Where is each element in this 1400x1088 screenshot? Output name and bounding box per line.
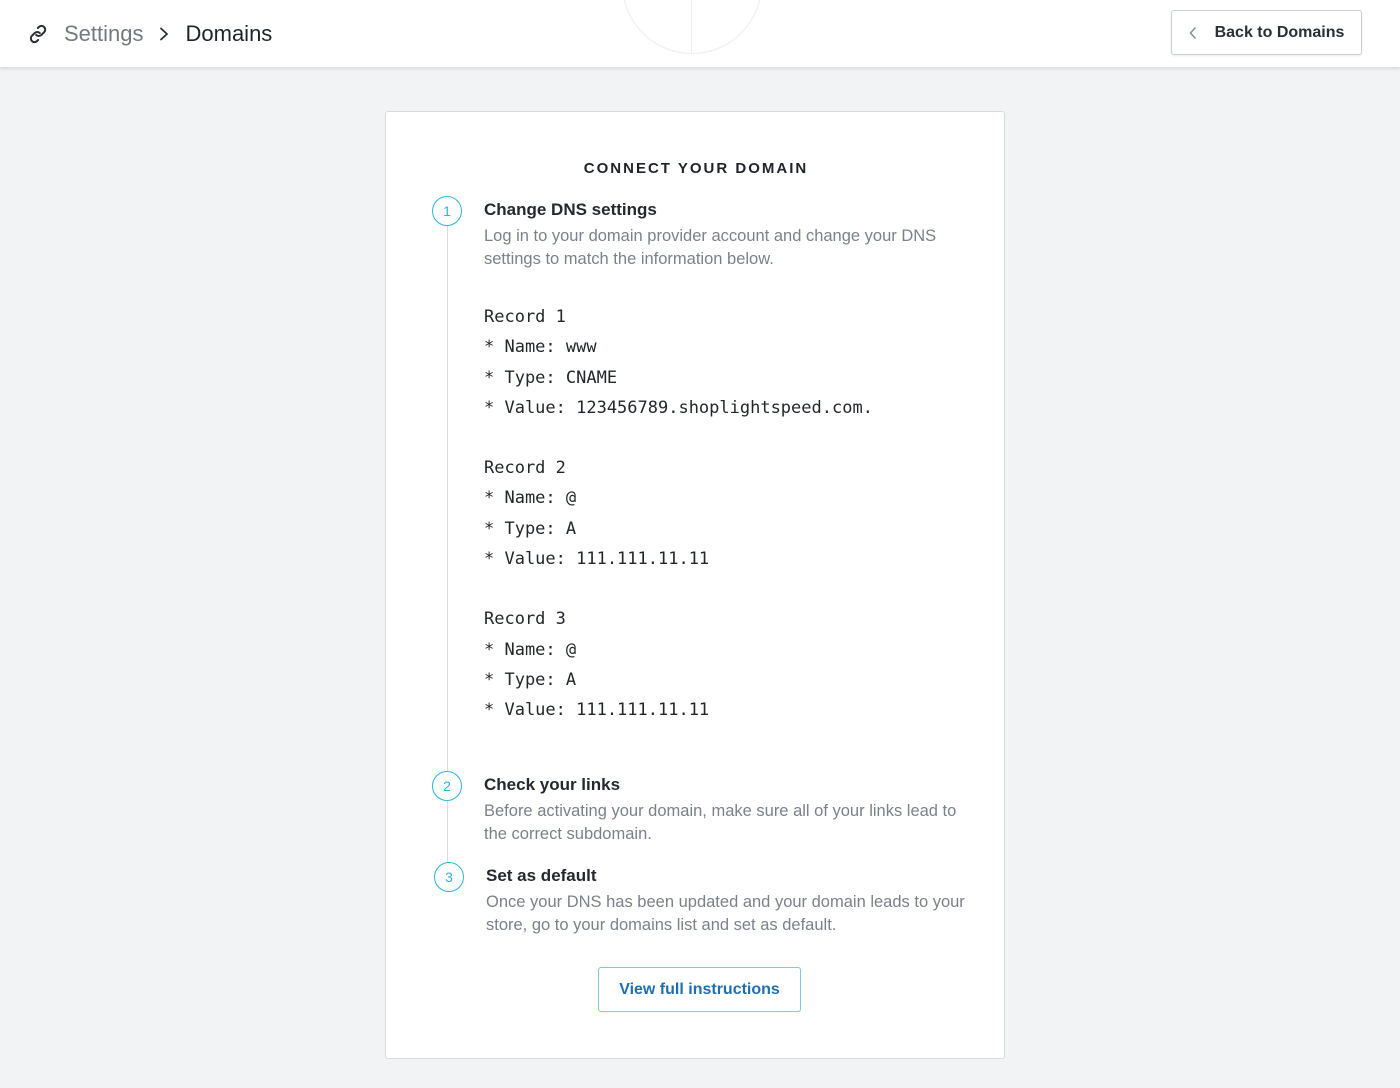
step-description-3: Once your DNS has been updated and your … bbox=[486, 893, 965, 934]
record-name: * Name: @ bbox=[484, 488, 577, 509]
step-number-1: 1 bbox=[432, 196, 462, 226]
breadcrumb: Settings Domains bbox=[26, 16, 272, 52]
step-title-1: Change DNS settings bbox=[484, 200, 657, 219]
card-title: CONNECT YOUR DOMAIN bbox=[583, 160, 809, 177]
link-icon bbox=[26, 22, 50, 46]
back-to-domains-button[interactable]: Back to Domains bbox=[1171, 10, 1362, 55]
step-number-2: 2 bbox=[432, 771, 462, 801]
record-type: * Type: A bbox=[484, 518, 577, 539]
record-name: * Name: @ bbox=[484, 639, 577, 660]
breadcrumb-current: Domains bbox=[185, 21, 273, 46]
record-value: * Value: 123456789.shoplightspeed.com. bbox=[484, 397, 873, 418]
dns-record: Record 2 * Name: @ * Type: A * Value: 11… bbox=[484, 453, 873, 574]
back-button-label: Back to Domains bbox=[1214, 23, 1345, 41]
chevron-right-icon bbox=[154, 24, 174, 44]
step-title-2: Check your links bbox=[484, 775, 621, 794]
record-value: * Value: 111.111.11.11 bbox=[484, 549, 710, 570]
top-bar: Settings Domains Back to Domains bbox=[0, 0, 1400, 68]
chevron-left-icon bbox=[1189, 26, 1201, 39]
dns-records: Record 1 * Name: www * Type: CNAME * Val… bbox=[484, 302, 873, 756]
step-description-2: Before activating your domain, make sure… bbox=[484, 802, 957, 843]
dns-record: Record 3 * Name: @ * Type: A * Value: 11… bbox=[484, 604, 873, 725]
record-heading: Record 2 bbox=[484, 458, 566, 479]
decorative-line bbox=[691, 0, 692, 54]
record-heading: Record 1 bbox=[484, 307, 566, 327]
record-name: * Name: www bbox=[484, 337, 597, 358]
record-value: * Value: 111.111.11.11 bbox=[484, 700, 710, 721]
step-description-1: Log in to your domain provider account a… bbox=[484, 227, 937, 268]
connect-domain-card: CONNECT YOUR DOMAIN 1 Change DNS setting… bbox=[385, 111, 1005, 1059]
dns-record: Record 1 * Name: www * Type: CNAME * Val… bbox=[484, 302, 873, 423]
decorative-circle bbox=[622, 0, 762, 54]
record-type: * Type: CNAME bbox=[484, 367, 618, 388]
record-heading: Record 3 bbox=[484, 609, 566, 630]
step-title-3: Set as default bbox=[486, 866, 597, 885]
breadcrumb-settings-link[interactable]: Settings bbox=[64, 21, 144, 47]
view-full-instructions-button[interactable]: View full instructions bbox=[598, 967, 801, 1012]
record-type: * Type: A bbox=[484, 669, 577, 690]
step-number-3: 3 bbox=[434, 862, 464, 892]
